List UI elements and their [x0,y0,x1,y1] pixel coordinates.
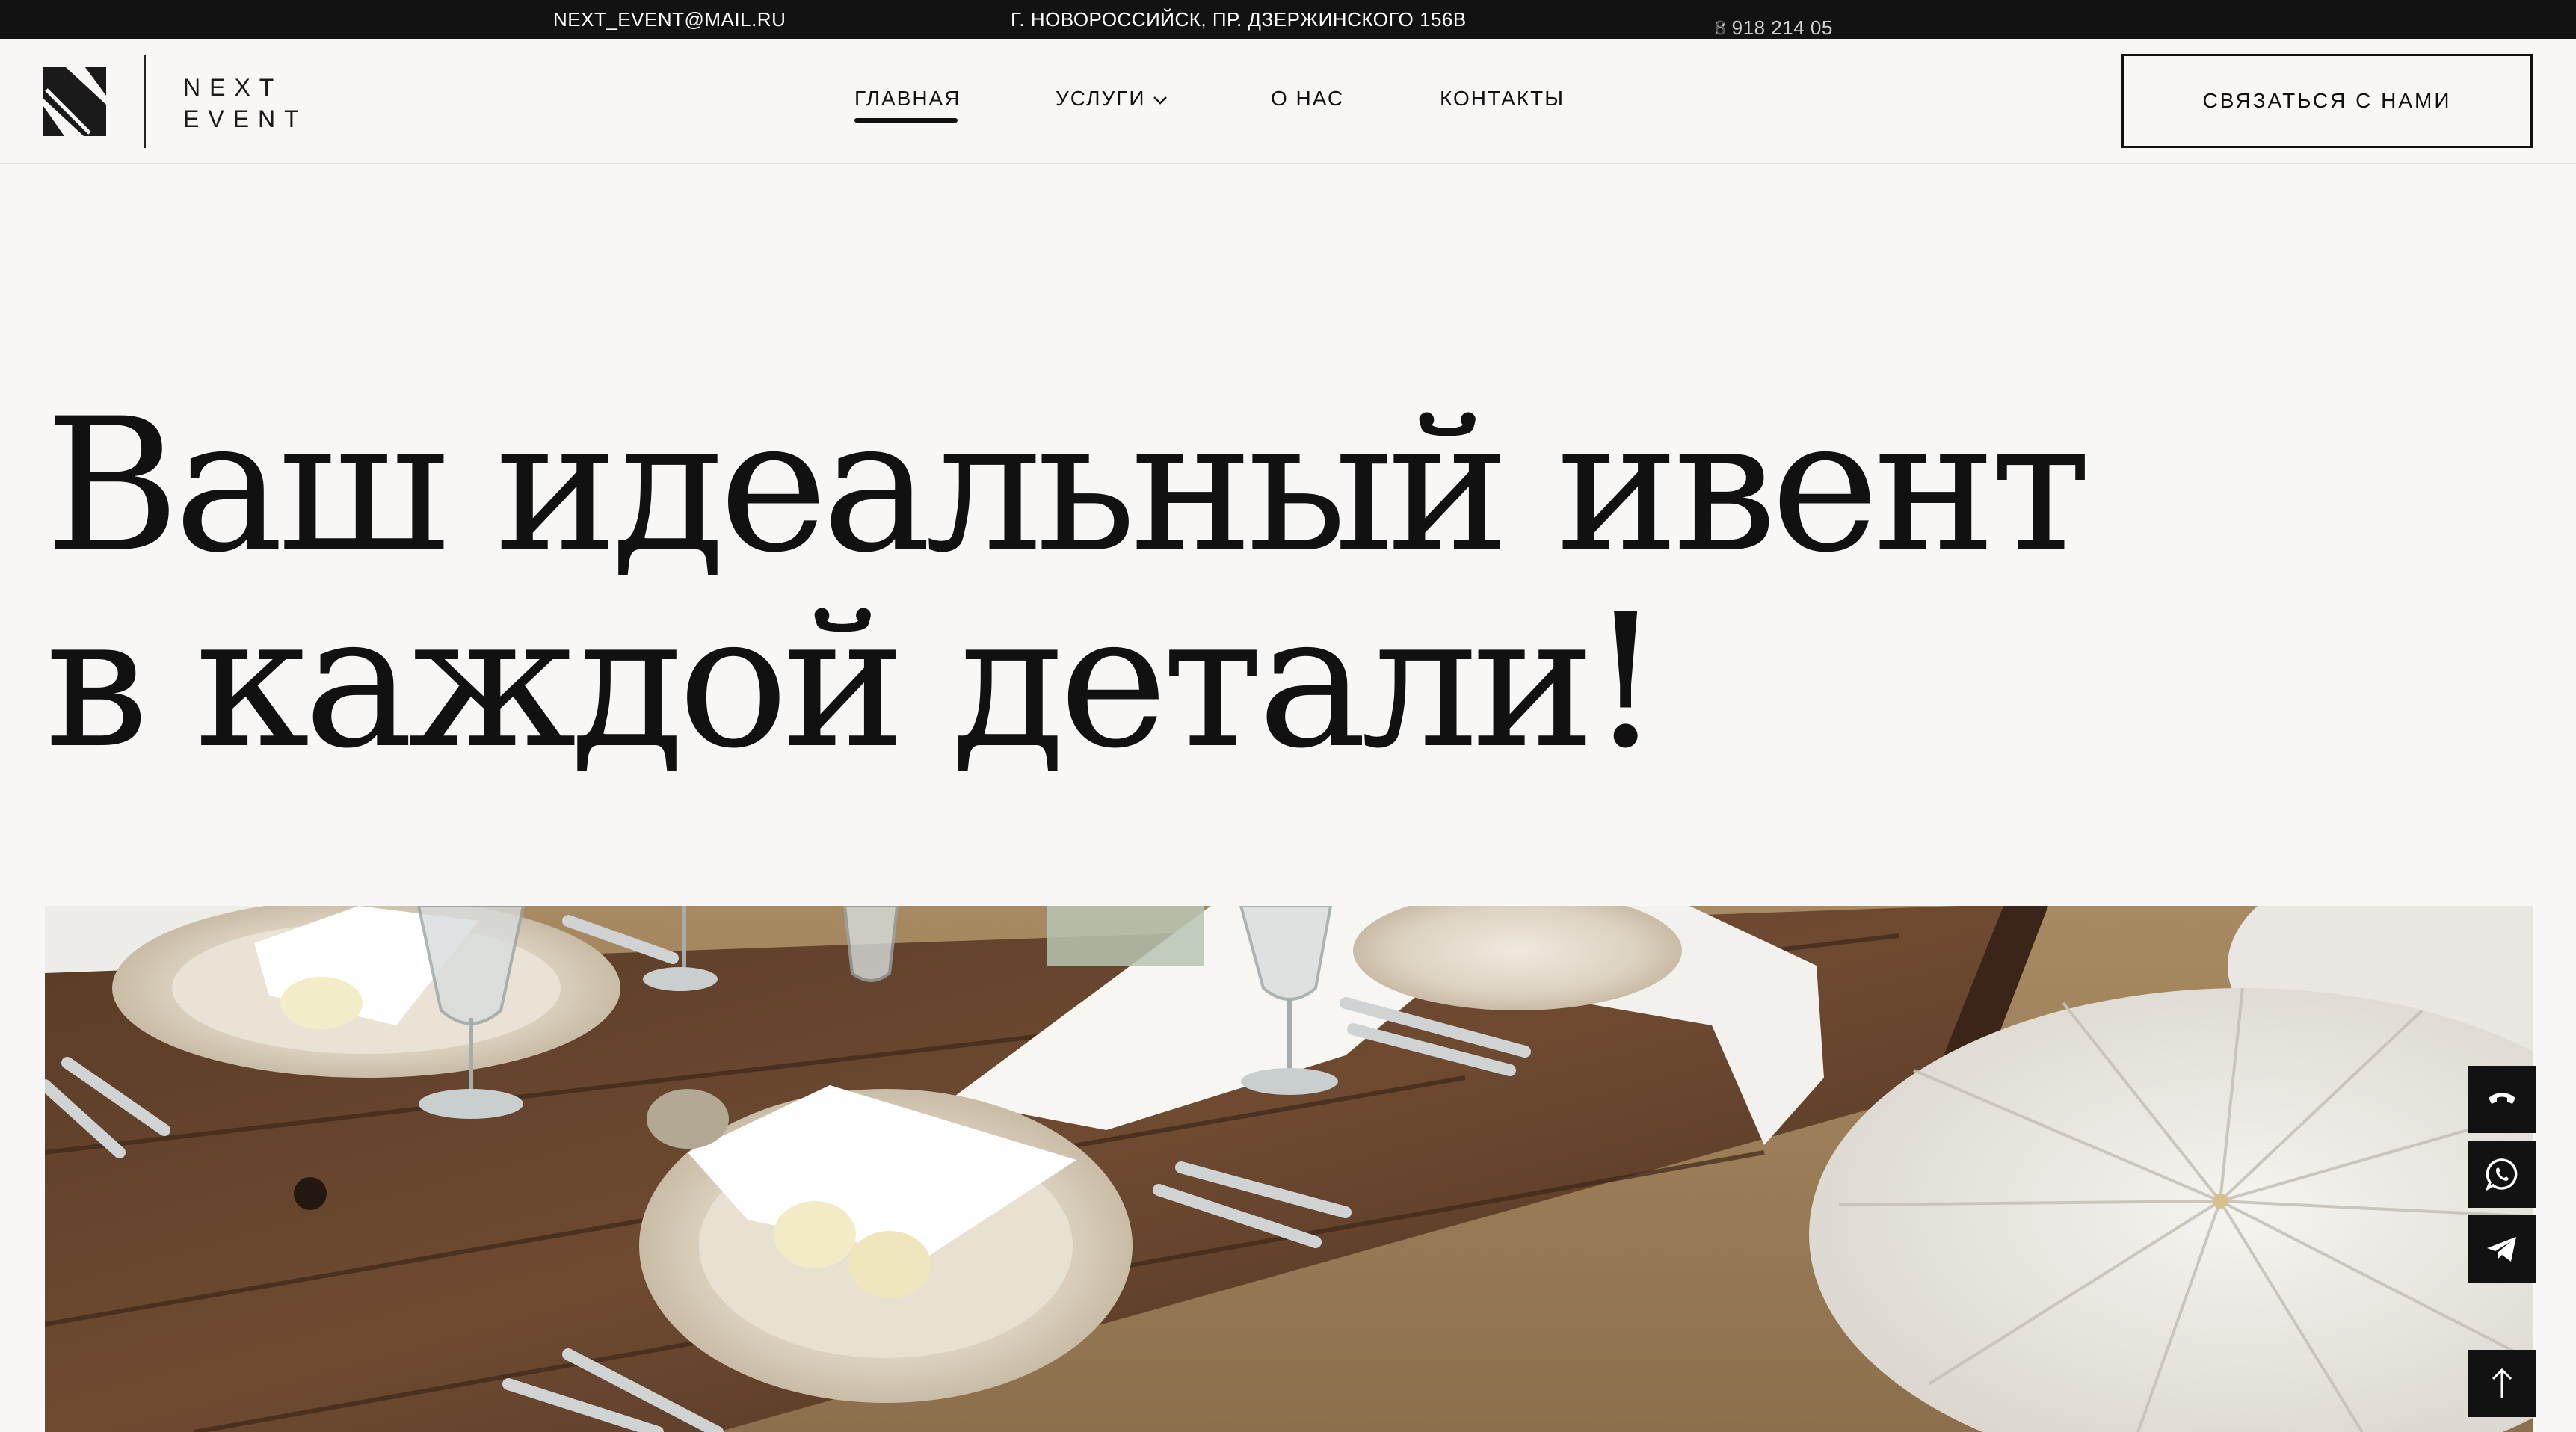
contact-address: Г. НОВОРОССИЙСК, ПР. ДЗЕРЖИНСКОГО 156В [1011,8,1467,31]
site-header: NEXT EVENT ГЛАВНАЯ УСЛУГИ О НАС КОНТАКТЫ… [0,39,2576,164]
call-button[interactable] [2468,1066,2536,1133]
arrow-up-icon [2492,1368,2512,1398]
top-info-bar: NEXT_EVENT@MAIL.RU Г. НОВОРОССИЙСК, ПР. … [0,0,2576,39]
contact-us-button[interactable]: СВЯЗАТЬСЯ С НАМИ [2121,54,2533,148]
nav-services-label: УСЛУГИ [1056,87,1146,110]
logo-text-line1: NEXT [183,74,283,101]
phone-number-fade: 6 [1715,16,1726,39]
hero-title-line1: Ваш идеальный ивент [45,380,2092,593]
whatsapp-icon [2485,1158,2518,1191]
hero-image [45,906,2533,1432]
telegram-button[interactable] [2468,1215,2536,1283]
nav-item-services[interactable]: УСЛУГИ [1056,87,1168,111]
nav-active-indicator [854,118,958,123]
contact-email-link[interactable]: NEXT_EVENT@MAIL.RU [553,8,786,31]
logo-wordmark[interactable]: NEXT EVENT [183,72,308,135]
table-setting-illustration [45,906,2533,1432]
nav-item-about[interactable]: О НАС [1271,87,1344,111]
phone-number-text: 8 918 214 05 [1715,16,1833,39]
nav-item-home[interactable]: ГЛАВНАЯ [854,87,961,111]
phone-icon [2489,1093,2515,1104]
chevron-down-icon [1153,96,1167,105]
scroll-to-top-button[interactable] [2468,1350,2536,1417]
telegram-icon [2487,1237,2516,1262]
logo-divider [144,55,146,148]
nav-item-contacts[interactable]: КОНТАКТЫ [1440,87,1565,111]
hero-title: Ваш идеальный ивент в каждой детали! [45,389,2287,780]
logo-icon[interactable] [43,67,106,136]
whatsapp-button[interactable] [2468,1141,2536,1208]
hero-title-line2: в каждой детали! [45,575,1663,789]
logo-text-line2: EVENT [183,105,308,132]
